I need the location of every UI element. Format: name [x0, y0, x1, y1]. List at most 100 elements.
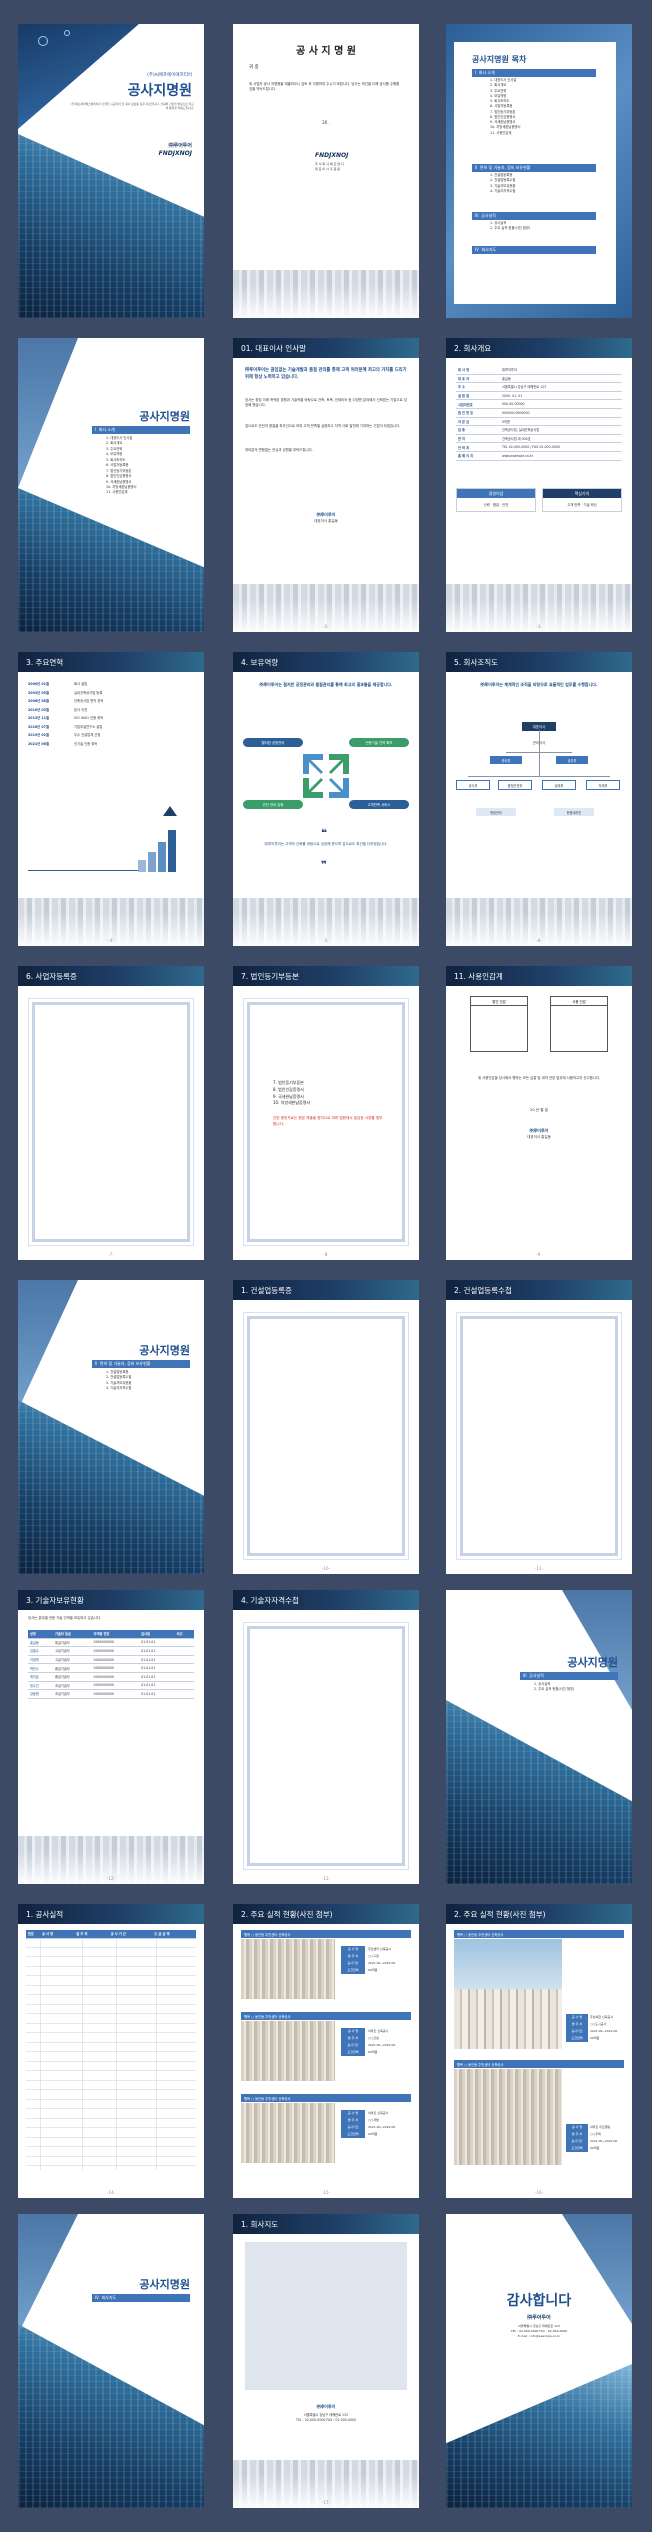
letter-logo-sub1: 주 식 회 사 에 프 엔 디: [315, 162, 344, 166]
page-number: -5-: [323, 938, 329, 943]
section4-blue-diag: [18, 2214, 78, 2334]
map-header: 1. 회사지도: [233, 2214, 419, 2234]
map-tel: TEL : 02-000-0000 FAX : 02-000-0000: [296, 2418, 356, 2422]
section3-tag: III 공사실적: [520, 1672, 618, 1680]
table-row: 설 립 일 2000. 01. 01: [456, 391, 622, 401]
arrow-tl-icon: [303, 754, 323, 774]
list-item: 2003년 05월 실내건축공사업 등록: [28, 690, 103, 695]
greeting-header: 01. 대표이사 인사말: [233, 338, 419, 358]
arrow-br-icon: [329, 778, 349, 798]
table-header-row: 번호 공 사 명 발 주 처 공 사 기 간 도 급 금 액: [26, 1930, 196, 1939]
arrow-up-icon: [163, 806, 177, 816]
toc-item[interactable]: 11. 사용인감계: [490, 131, 521, 136]
seal-box2: 사용 인감: [550, 996, 608, 1052]
table-row: 면 허 건축공사업 제 000호: [456, 434, 622, 444]
section1-blue-diag: [18, 338, 78, 488]
org-header: 5. 회사조직도: [446, 652, 632, 672]
page-map: 1. 회사지도 ㈜루어투어 서울특별시 강남구 테헤란로 123 TEL : 0…: [233, 2214, 419, 2508]
cover-logo-kr: ㈜루어투어: [168, 143, 192, 149]
greeting-p3: 여러분의 변함없는 관심과 성원을 부탁드립니다.: [245, 448, 313, 452]
list-item: 2019년 02월 우수 건설업체 선정: [28, 733, 101, 738]
engineers-lead: 당사는 분야별 전문 기술 인력을 보유하고 있습니다.: [28, 1616, 102, 1620]
section2-tag: II 면허 및 기술자, 장비 보유현황: [92, 1360, 190, 1368]
engbook-document-frame: [243, 1622, 409, 1870]
engbook-header: 4. 기술자자격수첩: [233, 1590, 419, 1610]
thanks-building-photo: [446, 2364, 632, 2508]
letter-body: 위 사업자 공사 지명원을 제출하오니 검토 후 지명하여 주시기 바랍니다. …: [249, 82, 400, 92]
photo-item: 행복 ○ 동인동 주민센터 신축공사 공 사 명 아파트 신축공사 발 주 처 ○○…: [241, 2012, 411, 2088]
capability-header: 4. 보유역량: [233, 652, 419, 672]
toc-item[interactable]: 4. 기술자자격수첩: [490, 189, 515, 194]
table-row: 홍길동 특급기술자 0000000000 01.01.01: [28, 1638, 194, 1648]
bizreg-header: 6. 사업자등록증: [18, 966, 204, 986]
page-seal: 11. 사용인감계 법인 인감 사용 인감 위 사용인감을 당사에서 행하는 모…: [446, 966, 632, 1260]
page-number: -10-: [322, 1566, 330, 1571]
page-number: -17-: [322, 2500, 330, 2505]
toc-title: 공사지명원 목차: [472, 55, 527, 64]
page-org: 5. 회사조직도 ㈜루어투어는 체계적인 조직을 바탕으로 효율적인 업무를 수…: [446, 652, 632, 946]
history-header: 3. 주요연혁: [18, 652, 204, 672]
table-row: 업 종 건축공사업, 실내건축공사업: [456, 425, 622, 435]
project-photo: [241, 2021, 335, 2081]
letter-to: 귀 중: [249, 65, 259, 70]
letter-date: 20 .: [322, 120, 330, 125]
licbook-header: 2. 건설업등록수첩: [446, 1280, 632, 1300]
corp-list: 7. 법인등기부등본 8. 법인인감증명서 9. 국세완납증명서 10. 지방세…: [273, 1080, 310, 1107]
list-item: 2000년 01월 회사 설립: [28, 682, 88, 686]
table-header-row: 성명 기술자 등급 자격증 번호 입사일 비고: [28, 1630, 194, 1639]
table-row: 사업자번호 000-00-00000: [456, 399, 622, 409]
page-section-4: 공사지명원 IV 회사지도: [18, 2214, 204, 2508]
list-item: 2006년 08월 건축공사업 면허 취득: [28, 699, 104, 704]
photos2-header: 2. 주요 실적 현황(사진 첨부): [446, 1904, 632, 1924]
toc-item[interactable]: 2. 건설업등록수첩: [490, 178, 515, 183]
page-number: -7-: [108, 1252, 114, 1257]
engineers-table: 성명 기술자 등급 자격증 번호 입사일 비고 홍길동 특급기술자 00000000…: [28, 1630, 194, 1699]
photo-item: 행복 ○ 동인동 주민센터 신축공사 공 사 명 아파트 리모델링 발 주 처 ○○…: [454, 2060, 624, 2170]
thanks-mail: E-mail : info@example.co.kr: [517, 2334, 561, 2338]
org-l2-1: 공무부: [556, 756, 588, 764]
page-photos-2: 2. 주요 실적 현황(사진 첨부) 행복 ○ 동인동 주민센터 신축공사 공 …: [446, 1904, 632, 2198]
section4-building-photo: [18, 2324, 204, 2508]
toc-item[interactable]: 2. 주요 실적 현황(사진 첨부): [490, 226, 530, 231]
page-photos-1: 2. 주요 실적 현황(사진 첨부) 행복 ○ 동인동 주민센터 신축공사 공 …: [233, 1904, 419, 2198]
seal-box1-label: 법인 인감: [471, 997, 527, 1006]
section-item: 4. 기술자자격수첩: [106, 1386, 132, 1391]
greeting-p2: 앞으로도 안전과 품질을 최우선으로 하여 고객 만족을 실현하고 지역 사회 …: [245, 424, 401, 428]
table-row: 대 표 자 홍길동: [456, 374, 622, 384]
license-document-frame: [243, 1312, 409, 1560]
page-records: 1. 공사실적 번호 공 사 명 발 주 처 공 사 기 간 도 급 금 액 -…: [18, 1904, 204, 2198]
toc-sec4-tag: IV 회사지도: [472, 246, 596, 254]
page-letter: 공 사 지 명 원 귀 중 위 사업자 공사 지명원을 제출하오니 검토 후 지…: [233, 24, 419, 318]
page-toc: 공사지명원 목차 I 회사 소개 1. 대표이사 인사말 2. 회사개요 3. …: [446, 24, 632, 318]
toc-sec2-tag: II 면허 및 기술자, 장비 보유현황: [472, 164, 596, 172]
overview-header: 2. 회사개요: [446, 338, 632, 358]
arrow-bl-icon: [303, 778, 323, 798]
page-number: -2-: [323, 624, 329, 629]
list-item: 2013년 11월 ISO 9001 인증 획득: [28, 716, 104, 721]
section2-building-photo: [18, 1400, 204, 1574]
toc-sec2-list: 1. 건설업등록증 2. 건설업등록수첩 3. 기술자보유현황 4. 기술자자격…: [490, 173, 515, 194]
corp-note: 관련 증빙자료는 원본 제출을 원칙으로 하며 법원에서 발급한 서류를 첨부합…: [273, 1116, 383, 1126]
map-area[interactable]: [245, 2242, 407, 2390]
thanks-addr: 서울특별시 강남구 테헤란로 123: [518, 2324, 560, 2328]
thanks-title: 감사합니다: [506, 2293, 572, 2309]
section3-list: 1. 공사실적 2. 주요 실적 현황(사진 첨부): [534, 1682, 574, 1693]
seal-company: ㈜루어투어: [529, 1128, 549, 1133]
capability-bl: 안전 관리 강화: [243, 800, 303, 809]
photo-item: 행복 ○ 동인동 주민센터 신축공사 공 사 명 주민센터 신축공사 발 주 처 ○…: [241, 1930, 411, 2006]
seal-ceo: 대표이사 홍길동: [527, 1135, 551, 1139]
section2-blue-diag: [18, 1280, 78, 1410]
overview-box2-text: 고객 만족 · 기술 혁신: [567, 503, 597, 507]
toc-inner: [454, 42, 616, 304]
toc-sec3-list: 1. 공사실적 2. 주요 실적 현황(사진 첨부): [490, 221, 530, 232]
project-photo: [454, 2069, 562, 2165]
list-item: 2016년 07월 기업부설연구소 설립: [28, 724, 103, 729]
org-l3-2: 설계부: [542, 780, 576, 790]
page-thanks: 감사합니다 ㈜루어투어 서울특별시 강남구 테헤란로 123 TEL : 02-…: [446, 2214, 632, 2508]
corp-item: 7. 법인등기부등본: [273, 1080, 304, 1085]
cover-star-icon: [38, 36, 48, 46]
toc-item[interactable]: 10. 지방세완납증명서: [490, 125, 521, 130]
section3-building-photo: [446, 1700, 632, 1884]
license-header: 1. 건설업등록증: [233, 1280, 419, 1300]
overview-box2: 핵심가치 고객 만족 · 기술 혁신: [542, 488, 622, 512]
